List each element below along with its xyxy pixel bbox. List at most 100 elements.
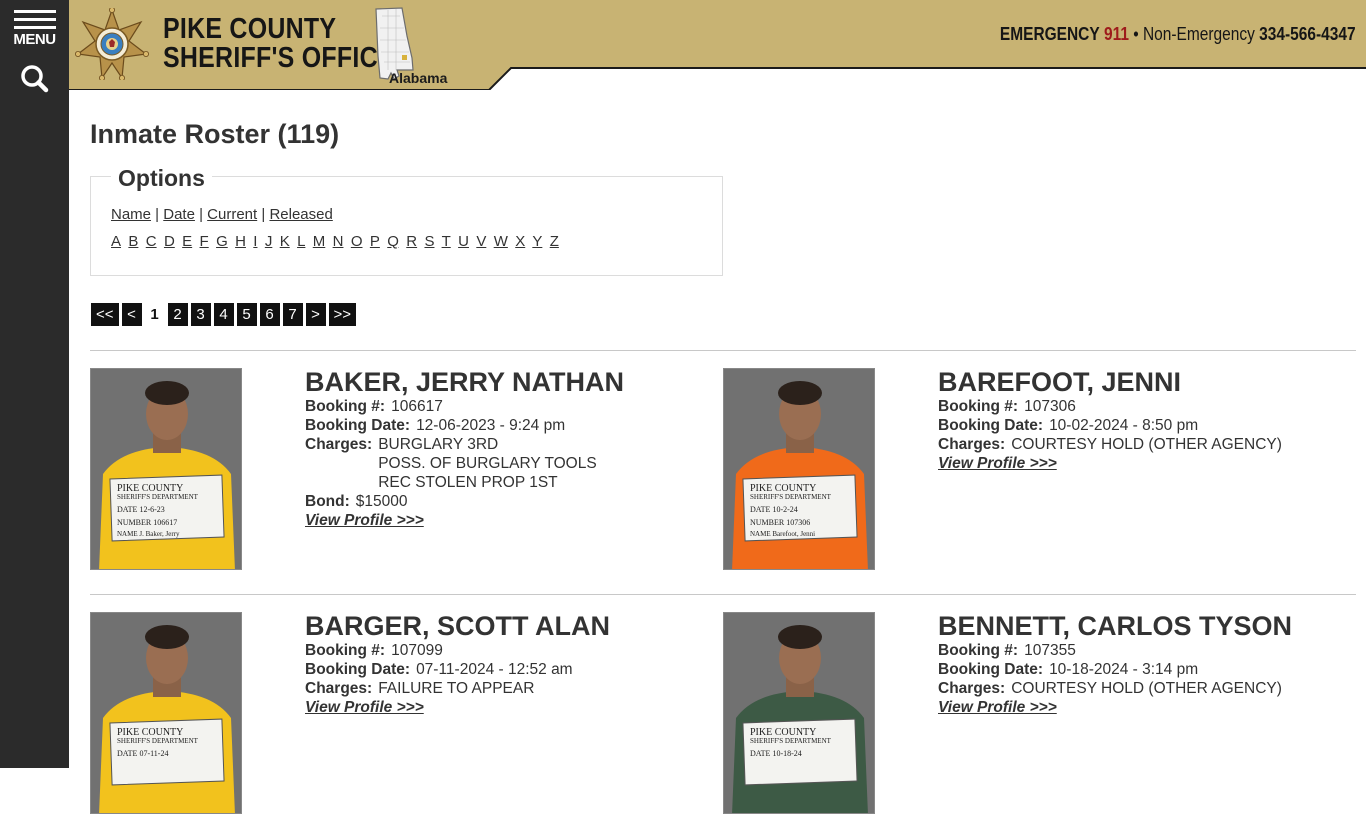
- booking-date-label: Booking Date:: [305, 417, 411, 434]
- inmate-card: PIKE COUNTY SHERIFF'S DEPARTMENT DATE 10-2…: [723, 368, 1356, 578]
- site-header: PIKE COUNTY SHERIFF'S OFFICE Alabama EME…: [69, 0, 1366, 90]
- charges-label: Charges:: [305, 680, 373, 697]
- letter-filter-c[interactable]: C: [146, 233, 157, 250]
- sign-date: DATE 07-11-24: [117, 749, 169, 758]
- pager-prev-button[interactable]: <: [121, 303, 142, 326]
- letter-filter-x[interactable]: X: [515, 233, 525, 250]
- filter-current-link[interactable]: Current: [207, 206, 257, 223]
- letter-filter-k[interactable]: K: [280, 233, 290, 250]
- letter-filter-b[interactable]: B: [128, 233, 138, 250]
- pager-page-5[interactable]: 5: [236, 303, 257, 326]
- sheriff-badge-logo[interactable]: [75, 8, 149, 80]
- letter-filter-h[interactable]: H: [235, 233, 246, 250]
- booking-date: Booking Date: 12-06-2023 - 9:24 pm: [305, 416, 715, 435]
- inmate-name[interactable]: BENNETT, CARLOS TYSON: [938, 612, 1348, 641]
- bond-value: $15000: [355, 493, 408, 510]
- booking-number-value: 107306: [1024, 398, 1076, 415]
- view-profile-link[interactable]: View Profile >>>: [938, 699, 1057, 716]
- booking-date-value: 10-02-2024 - 8:50 pm: [1049, 417, 1199, 434]
- charges-label: Charges:: [305, 436, 373, 453]
- letter-filter-t[interactable]: T: [442, 233, 451, 250]
- letter-filter-z[interactable]: Z: [550, 233, 559, 250]
- page-title: Inmate Roster (119): [90, 119, 340, 149]
- office-name-line2: SHERIFF'S OFFICE: [163, 42, 395, 74]
- letter-filter-q[interactable]: Q: [387, 233, 399, 250]
- phone-separator: •: [1129, 24, 1144, 44]
- inmate-name[interactable]: BARGER, SCOTT ALAN: [305, 612, 715, 641]
- booking-date-label: Booking Date:: [305, 661, 411, 678]
- inmate-mugshot[interactable]: PIKE COUNTY SHERIFF'S DEPARTMENT DATE 12-6…: [90, 368, 242, 570]
- charges-label: Charges:: [938, 680, 1006, 697]
- inmate-mugshot[interactable]: PIKE COUNTY SHERIFF'S DEPARTMENT DATE 10-1…: [723, 612, 875, 814]
- letter-filter-a[interactable]: A: [111, 233, 121, 250]
- letter-filter-i[interactable]: I: [253, 233, 257, 250]
- inmate-name[interactable]: BAREFOOT, JENNI: [938, 368, 1348, 397]
- letter-filter-f[interactable]: F: [200, 233, 209, 250]
- charges-value: FAILURE TO APPEAR: [378, 680, 535, 697]
- pager-page-6[interactable]: 6: [259, 303, 280, 326]
- pager-page-1[interactable]: 1: [144, 303, 165, 326]
- letter-filter-e[interactable]: E: [182, 233, 192, 250]
- sort-by-date-link[interactable]: Date: [163, 206, 195, 223]
- letter-filter-s[interactable]: S: [424, 233, 434, 250]
- inmate-info: BAKER, JERRY NATHAN Booking #: 106617 Booki…: [305, 368, 715, 530]
- divider: [90, 350, 1356, 351]
- pager-first-button[interactable]: <<: [91, 303, 119, 326]
- letter-filter-l[interactable]: L: [297, 233, 305, 250]
- charges-value: POSS. OF BURGLARY TOOLS: [378, 455, 597, 472]
- sign-name: NAME J. Baker, Jerry: [117, 530, 180, 538]
- booking-date-value: 07-11-2024 - 12:52 am: [416, 661, 573, 678]
- letter-filter-d[interactable]: D: [164, 233, 175, 250]
- search-button[interactable]: [0, 60, 69, 96]
- inmate-name[interactable]: BAKER, JERRY NATHAN: [305, 368, 715, 397]
- charges-value: COURTESY HOLD (OTHER AGENCY): [1011, 680, 1282, 697]
- booking-number-value: 106617: [391, 398, 443, 415]
- sign-line2: SHERIFF'S DEPARTMENT: [117, 737, 198, 745]
- inmate-mugshot[interactable]: PIKE COUNTY SHERIFF'S DEPARTMENT DATE 10-2…: [723, 368, 875, 570]
- letter-filter-m[interactable]: M: [313, 233, 326, 250]
- non-emergency-number[interactable]: 334-566-4347: [1260, 24, 1356, 44]
- pager-page-4[interactable]: 4: [213, 303, 234, 326]
- charges: Charges: COURTESY HOLD (OTHER AGENCY): [938, 679, 1348, 698]
- letter-filter-g[interactable]: G: [216, 233, 228, 250]
- booking-date-value: 10-18-2024 - 3:14 pm: [1049, 661, 1199, 678]
- booking-number: Booking #: 106617: [305, 397, 715, 416]
- letter-filter-y[interactable]: Y: [532, 233, 542, 250]
- office-name[interactable]: PIKE COUNTY SHERIFF'S OFFICE: [163, 15, 395, 73]
- sort-by-name-link[interactable]: Name: [111, 206, 151, 223]
- sign-line2: SHERIFF'S DEPARTMENT: [750, 493, 831, 501]
- inmate-mugshot[interactable]: PIKE COUNTY SHERIFF'S DEPARTMENT DATE 07-1…: [90, 612, 242, 814]
- letter-filter-v[interactable]: V: [476, 233, 486, 250]
- pager-page-3[interactable]: 3: [190, 303, 211, 326]
- letter-filter-u[interactable]: U: [458, 233, 469, 250]
- inmate-info: BAREFOOT, JENNI Booking #: 107306 Booking D…: [938, 368, 1348, 473]
- letter-filter-w[interactable]: W: [494, 233, 508, 250]
- pager-last-button[interactable]: >>: [328, 303, 357, 326]
- letter-filter-o[interactable]: O: [351, 233, 363, 250]
- pager-page-7[interactable]: 7: [282, 303, 303, 326]
- view-profile-link[interactable]: View Profile >>>: [305, 699, 424, 716]
- filter-released-link[interactable]: Released: [269, 206, 332, 223]
- menu-button[interactable]: MENU: [0, 0, 69, 56]
- office-name-line1: PIKE COUNTY: [163, 13, 337, 45]
- booking-date: Booking Date: 10-02-2024 - 8:50 pm: [938, 416, 1348, 435]
- emergency-number[interactable]: 911: [1104, 24, 1129, 44]
- pager-next-button[interactable]: >: [305, 303, 326, 326]
- view-profile-link[interactable]: View Profile >>>: [938, 455, 1057, 472]
- booking-date: Booking Date: 10-18-2024 - 3:14 pm: [938, 660, 1348, 679]
- letter-filter-j[interactable]: J: [265, 233, 273, 250]
- sign-line2: SHERIFF'S DEPARTMENT: [750, 737, 831, 745]
- charges: Charges: FAILURE TO APPEAR: [305, 679, 715, 698]
- charges-value: REC STOLEN PROP 1ST: [378, 474, 558, 491]
- letter-filter-r[interactable]: R: [406, 233, 417, 250]
- hamburger-icon-bar: [14, 26, 56, 29]
- letter-filter-p[interactable]: P: [370, 233, 380, 250]
- view-profile-link[interactable]: View Profile >>>: [305, 512, 424, 529]
- booking-date-label: Booking Date:: [938, 417, 1044, 434]
- divider: [90, 594, 1356, 595]
- booking-date: Booking Date: 07-11-2024 - 12:52 am: [305, 660, 715, 679]
- pager-page-2[interactable]: 2: [167, 303, 188, 326]
- letter-filter-n[interactable]: N: [333, 233, 344, 250]
- inmate-info: BARGER, SCOTT ALAN Booking #: 107099 Bookin…: [305, 612, 715, 717]
- hamburger-icon: [14, 10, 56, 13]
